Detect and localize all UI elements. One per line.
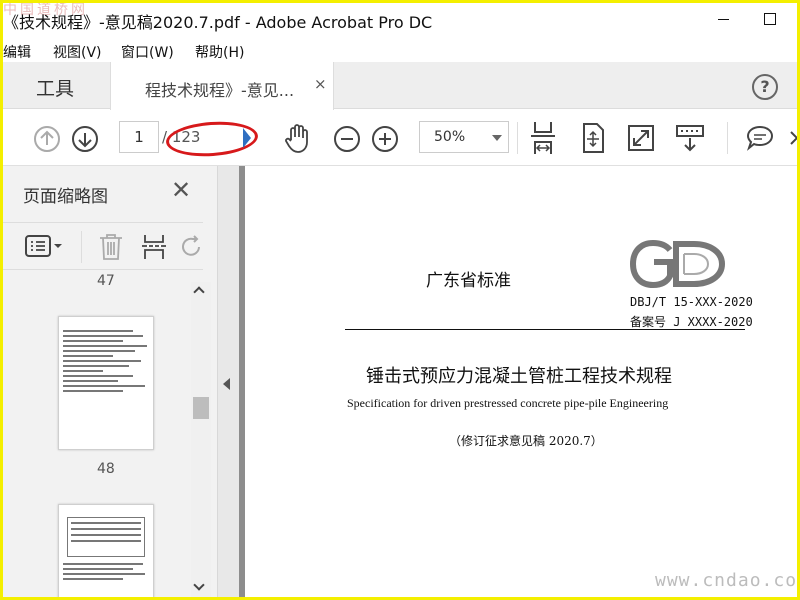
site-watermark-bottom: www.cndao.com [655,570,797,591]
undo-icon[interactable] [181,235,203,259]
panel-toolbar [3,222,203,270]
menu-bar: 编辑 视图(V) 窗口(W) 帮助(H) [3,38,797,62]
fit-page-icon[interactable] [529,120,557,156]
window-title: 《技术规程》-意见稿2020.7.pdf - Adobe Acrobat Pro… [3,13,433,32]
thumbnail-panel: 页面缩略图 ✕ 47 48 [3,166,218,597]
thumbnail-page-48[interactable] [58,316,154,450]
play-marker-icon [243,128,251,148]
full-screen-icon[interactable] [627,124,655,152]
prev-page-icon[interactable] [33,125,61,153]
document-title: 锤击式预应力混凝土管桩工程技术规程 [366,366,672,387]
document-note: （修订征求意见稿 2020.7） [449,434,603,448]
panel-title: 页面缩略图 [23,187,108,207]
thumbnail-page-49[interactable] [58,504,154,597]
menu-edit[interactable]: 编辑 [3,42,31,62]
thumb-label: 48 [97,461,115,477]
standard-name: 广东省标准 [426,271,511,291]
minimize-button[interactable] [701,3,747,36]
toolbar-divider [517,122,518,154]
tab-bar: 工具 程技术规程》-意见... × ? [3,62,797,110]
header-rule [345,329,745,330]
delete-icon[interactable] [98,233,124,261]
collapse-panel-icon[interactable] [223,378,230,390]
zoom-in-icon[interactable] [371,125,399,153]
more-tools-icon[interactable] [789,130,797,146]
toolbar: 1 / 123 50% [3,110,797,166]
zoom-out-icon[interactable] [333,125,361,153]
insert-page-icon[interactable] [141,233,167,261]
panel-collapse-strip[interactable] [218,166,239,597]
hand-tool-icon[interactable] [283,122,313,154]
tab-tools[interactable]: 工具 [3,62,108,109]
thumb-label: 47 [97,273,115,289]
document-page: 广东省标准 DBJ/T 15-XXX-2020 备案号 J XXXX-2020 … [245,166,797,597]
options-icon[interactable] [25,235,63,259]
app-window: 中国道桥网 《技术规程》-意见稿2020.7.pdf - Adobe Acrob… [3,3,797,597]
scroll-down-icon[interactable] [193,579,205,591]
help-icon[interactable]: ? [752,74,778,100]
close-panel-icon[interactable]: ✕ [171,176,191,204]
title-bar: 中国道桥网 《技术规程》-意见稿2020.7.pdf - Adobe Acrob… [3,3,797,36]
record-number: 备案号 J XXXX-2020 [630,315,753,329]
panel-divider [81,231,82,263]
chevron-down-icon [492,135,502,141]
next-page-icon[interactable] [71,125,99,153]
tab-document[interactable]: 程技术规程》-意见... × [110,62,334,110]
close-tab-icon[interactable]: × [314,75,327,93]
maximize-button[interactable] [747,3,793,36]
thumbnail-list: 47 48 [3,271,191,597]
zoom-select[interactable]: 50% [419,121,509,153]
thumbnail-scrollbar[interactable] [191,282,211,597]
comment-icon[interactable] [745,124,775,152]
tab-document-label: 程技术规程》-意见... [145,81,295,100]
menu-window[interactable]: 窗口(W) [121,42,174,62]
standard-code: DBJ/T 15-XXX-2020 [630,295,753,309]
menu-help[interactable]: 帮助(H) [195,42,244,62]
toolbar-divider [727,122,728,154]
page-number-input[interactable]: 1 [119,121,159,153]
gd-logo [630,240,726,288]
scroll-thumb[interactable] [193,397,209,419]
fit-width-icon[interactable] [579,122,607,154]
read-mode-icon[interactable] [675,124,705,154]
zoom-value: 50% [434,129,466,145]
menu-view[interactable]: 视图(V) [53,42,102,62]
tab-tools-label: 工具 [36,78,75,100]
scroll-up-icon[interactable] [193,286,205,298]
document-subtitle: Specification for driven prestressed con… [347,396,669,410]
